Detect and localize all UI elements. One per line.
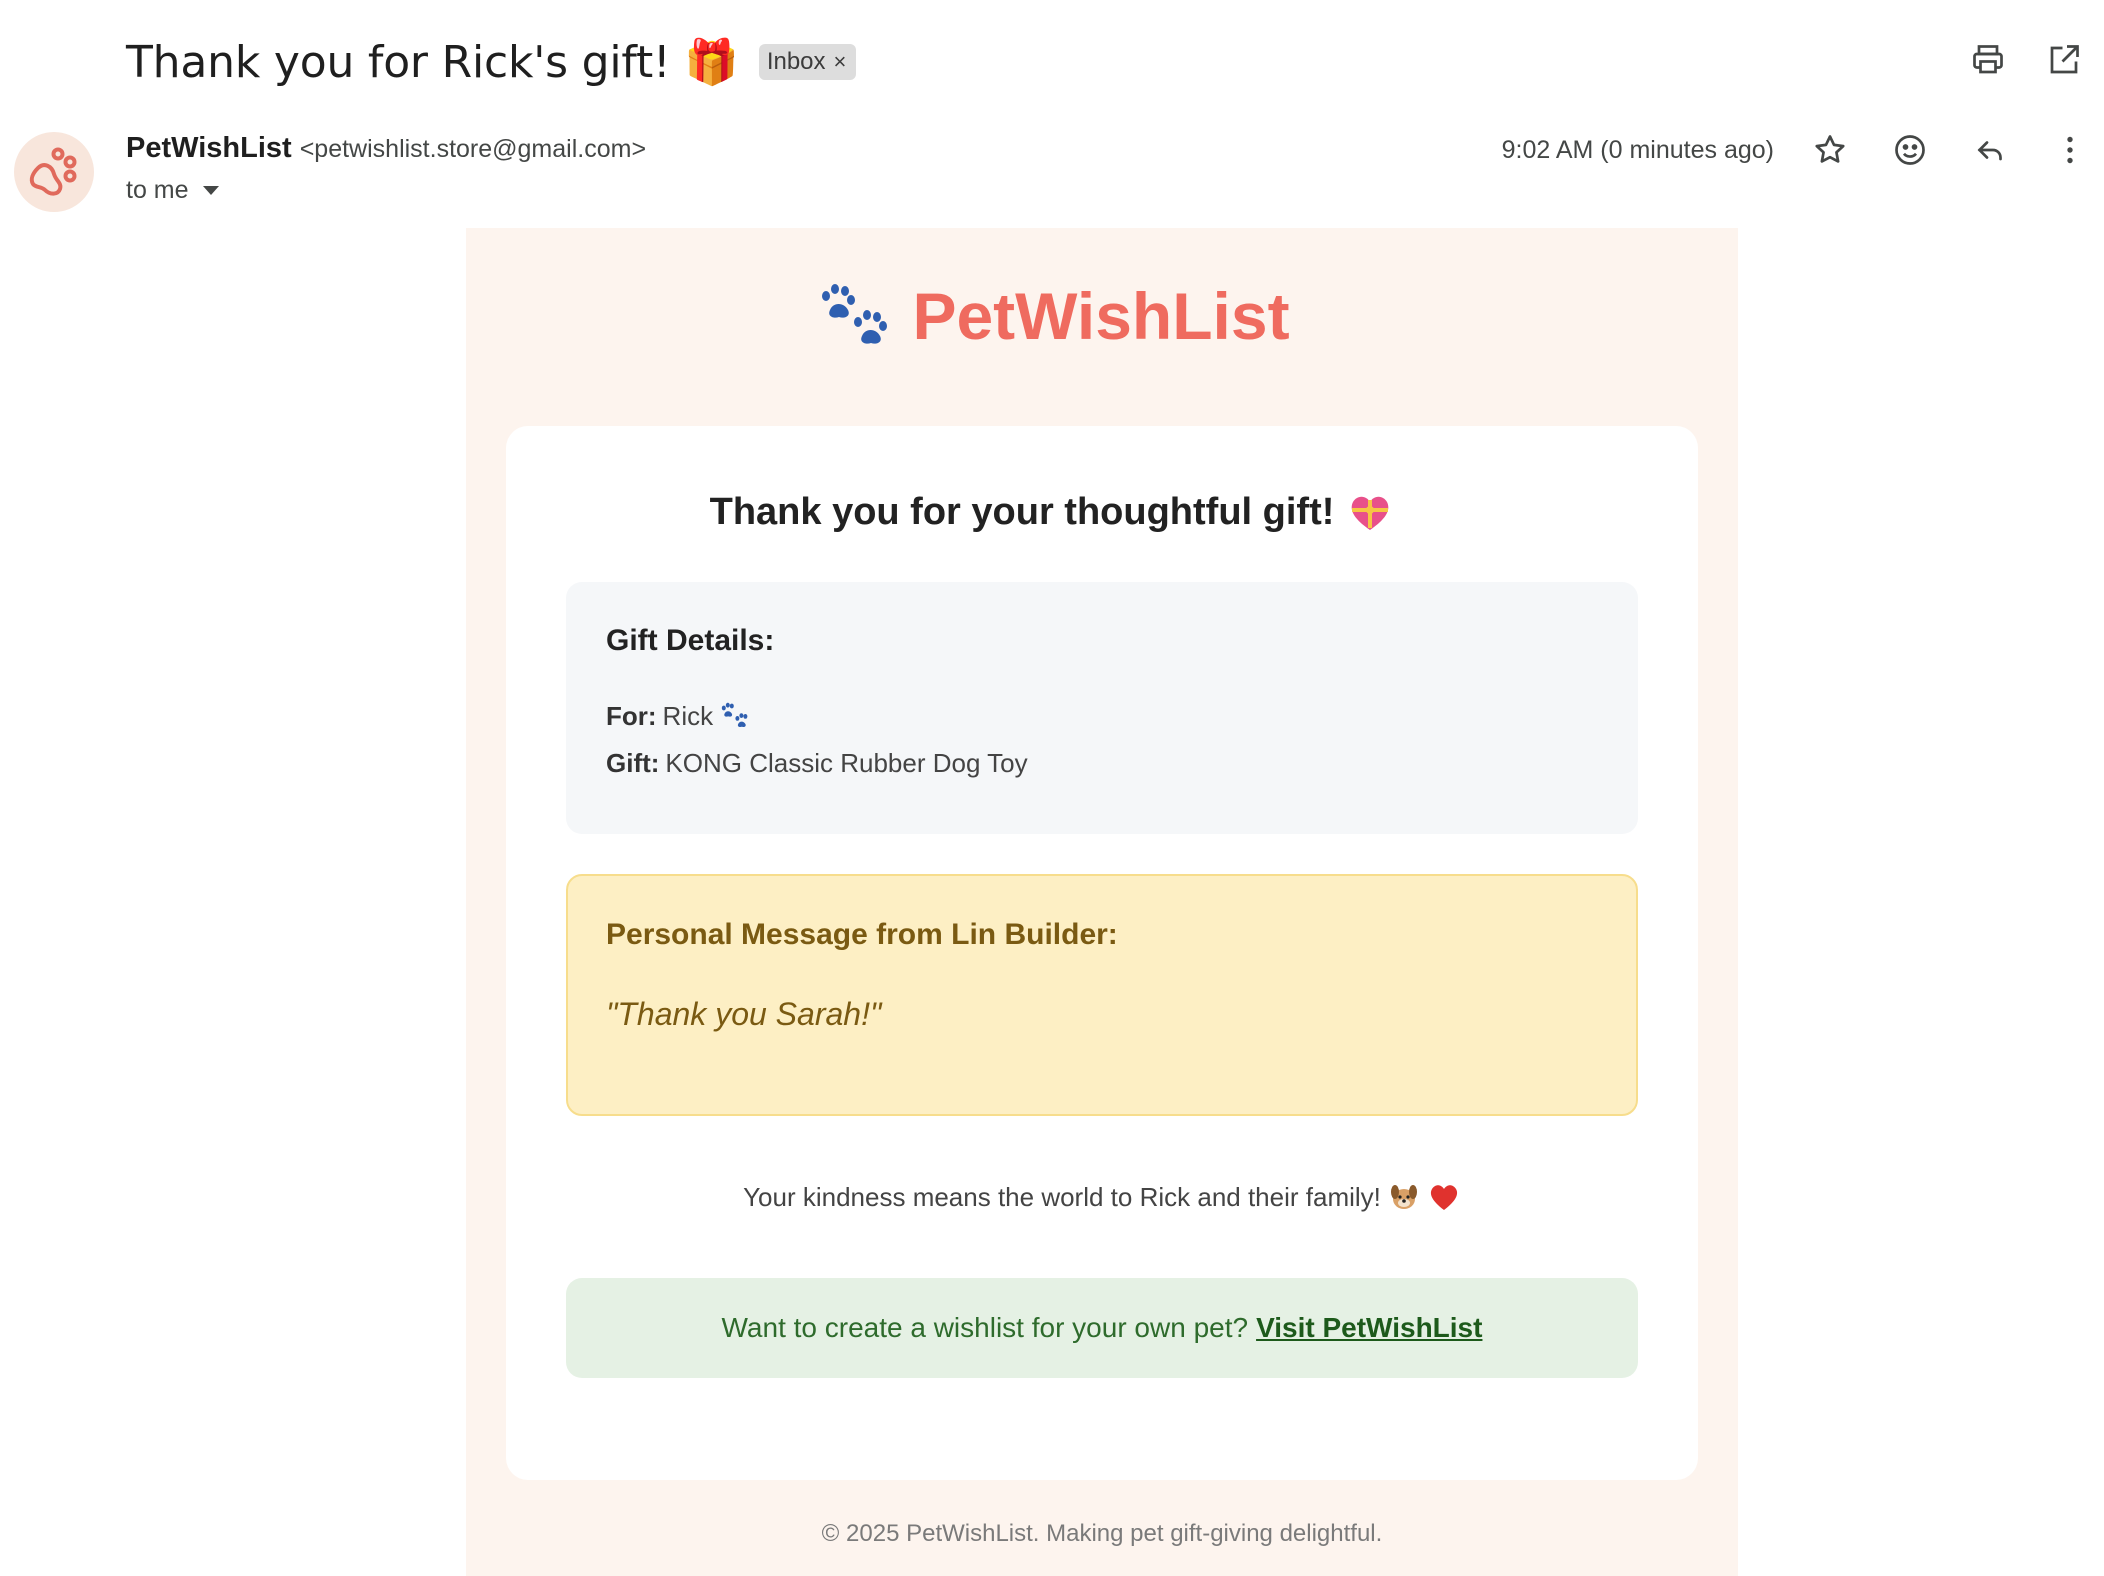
email-view: Thank you for Rick's gift! 🎁 Inbox × Pet… <box>0 0 2104 1576</box>
recipient-details-toggle[interactable]: to me <box>126 176 219 205</box>
gift-value: KONG Classic Rubber Dog Toy <box>665 748 1028 778</box>
wishlist-cta-box: Want to create a wishlist for your own p… <box>566 1278 1638 1378</box>
chevron-down-icon <box>202 186 219 195</box>
gift-label: Gift: <box>606 748 660 778</box>
kindness-text: Your kindness means the world to Rick an… <box>743 1181 1381 1212</box>
reply-icon[interactable] <box>1970 130 2010 170</box>
paw-prints-icon <box>814 276 894 356</box>
brand-name: PetWishList <box>912 279 1290 353</box>
star-icon[interactable] <box>1810 130 1850 170</box>
email-footer: © 2025 PetWishList. Making pet gift-givi… <box>821 1520 1383 1547</box>
red-heart-icon <box>1427 1180 1461 1214</box>
message-timestamp: 9:02 AM (0 minutes ago) <box>1501 135 1774 164</box>
inbox-label-text: Inbox <box>766 48 826 75</box>
emoji-reaction-icon[interactable] <box>1890 130 1930 170</box>
card-title-row: Thank you for your thoughtful gift! <box>0 488 2104 536</box>
sender-avatar[interactable] <box>14 132 94 212</box>
gift-details-heading: Gift Details: <box>606 624 775 657</box>
sender-line: PetWishList <petwishlist.store@gmail.com… <box>126 132 646 165</box>
email-subject: Thank you for Rick's gift! 🎁 <box>126 37 739 88</box>
cta-prompt: Want to create a wishlist for your own p… <box>721 1312 1249 1343</box>
recipient-text: to me <box>126 176 189 204</box>
gift-item-row: Gift: KONG Classic Rubber Dog Toy <box>606 748 1028 779</box>
remove-label-button[interactable]: × <box>834 49 847 75</box>
subject-row: Thank you for Rick's gift! 🎁 Inbox × <box>126 30 857 94</box>
message-actions: 9:02 AM (0 minutes ago) <box>1502 130 2090 170</box>
for-value: Rick <box>662 700 714 731</box>
dog-icon <box>1387 1180 1421 1214</box>
personal-message-heading: Personal Message from Lin Builder: <box>606 918 1118 951</box>
card-title: Thank you for your thoughtful gift! <box>709 490 1335 533</box>
inbox-label-chip[interactable]: Inbox × <box>758 44 857 80</box>
sender-email: <petwishlist.store@gmail.com> <box>299 135 647 163</box>
sender-name[interactable]: PetWishList <box>126 132 292 165</box>
paw-prints-icon <box>719 700 751 732</box>
for-label: For: <box>606 700 657 731</box>
kindness-line: Your kindness means the world to Rick an… <box>466 1180 1738 1214</box>
gift-recipient-row: For: Rick <box>606 700 751 732</box>
thread-actions <box>1968 40 2084 80</box>
gift-heart-icon <box>1346 488 1394 536</box>
more-vert-icon[interactable] <box>2050 130 2090 170</box>
personal-message-text: "Thank you Sarah!" <box>606 996 882 1032</box>
brand-header: PetWishList <box>0 276 2104 356</box>
print-icon[interactable] <box>1968 40 2008 80</box>
open-in-new-window-icon[interactable] <box>2044 40 2084 80</box>
personal-message-box <box>566 874 1638 1116</box>
visit-petwishlist-link[interactable]: Visit PetWishList <box>1256 1312 1482 1344</box>
